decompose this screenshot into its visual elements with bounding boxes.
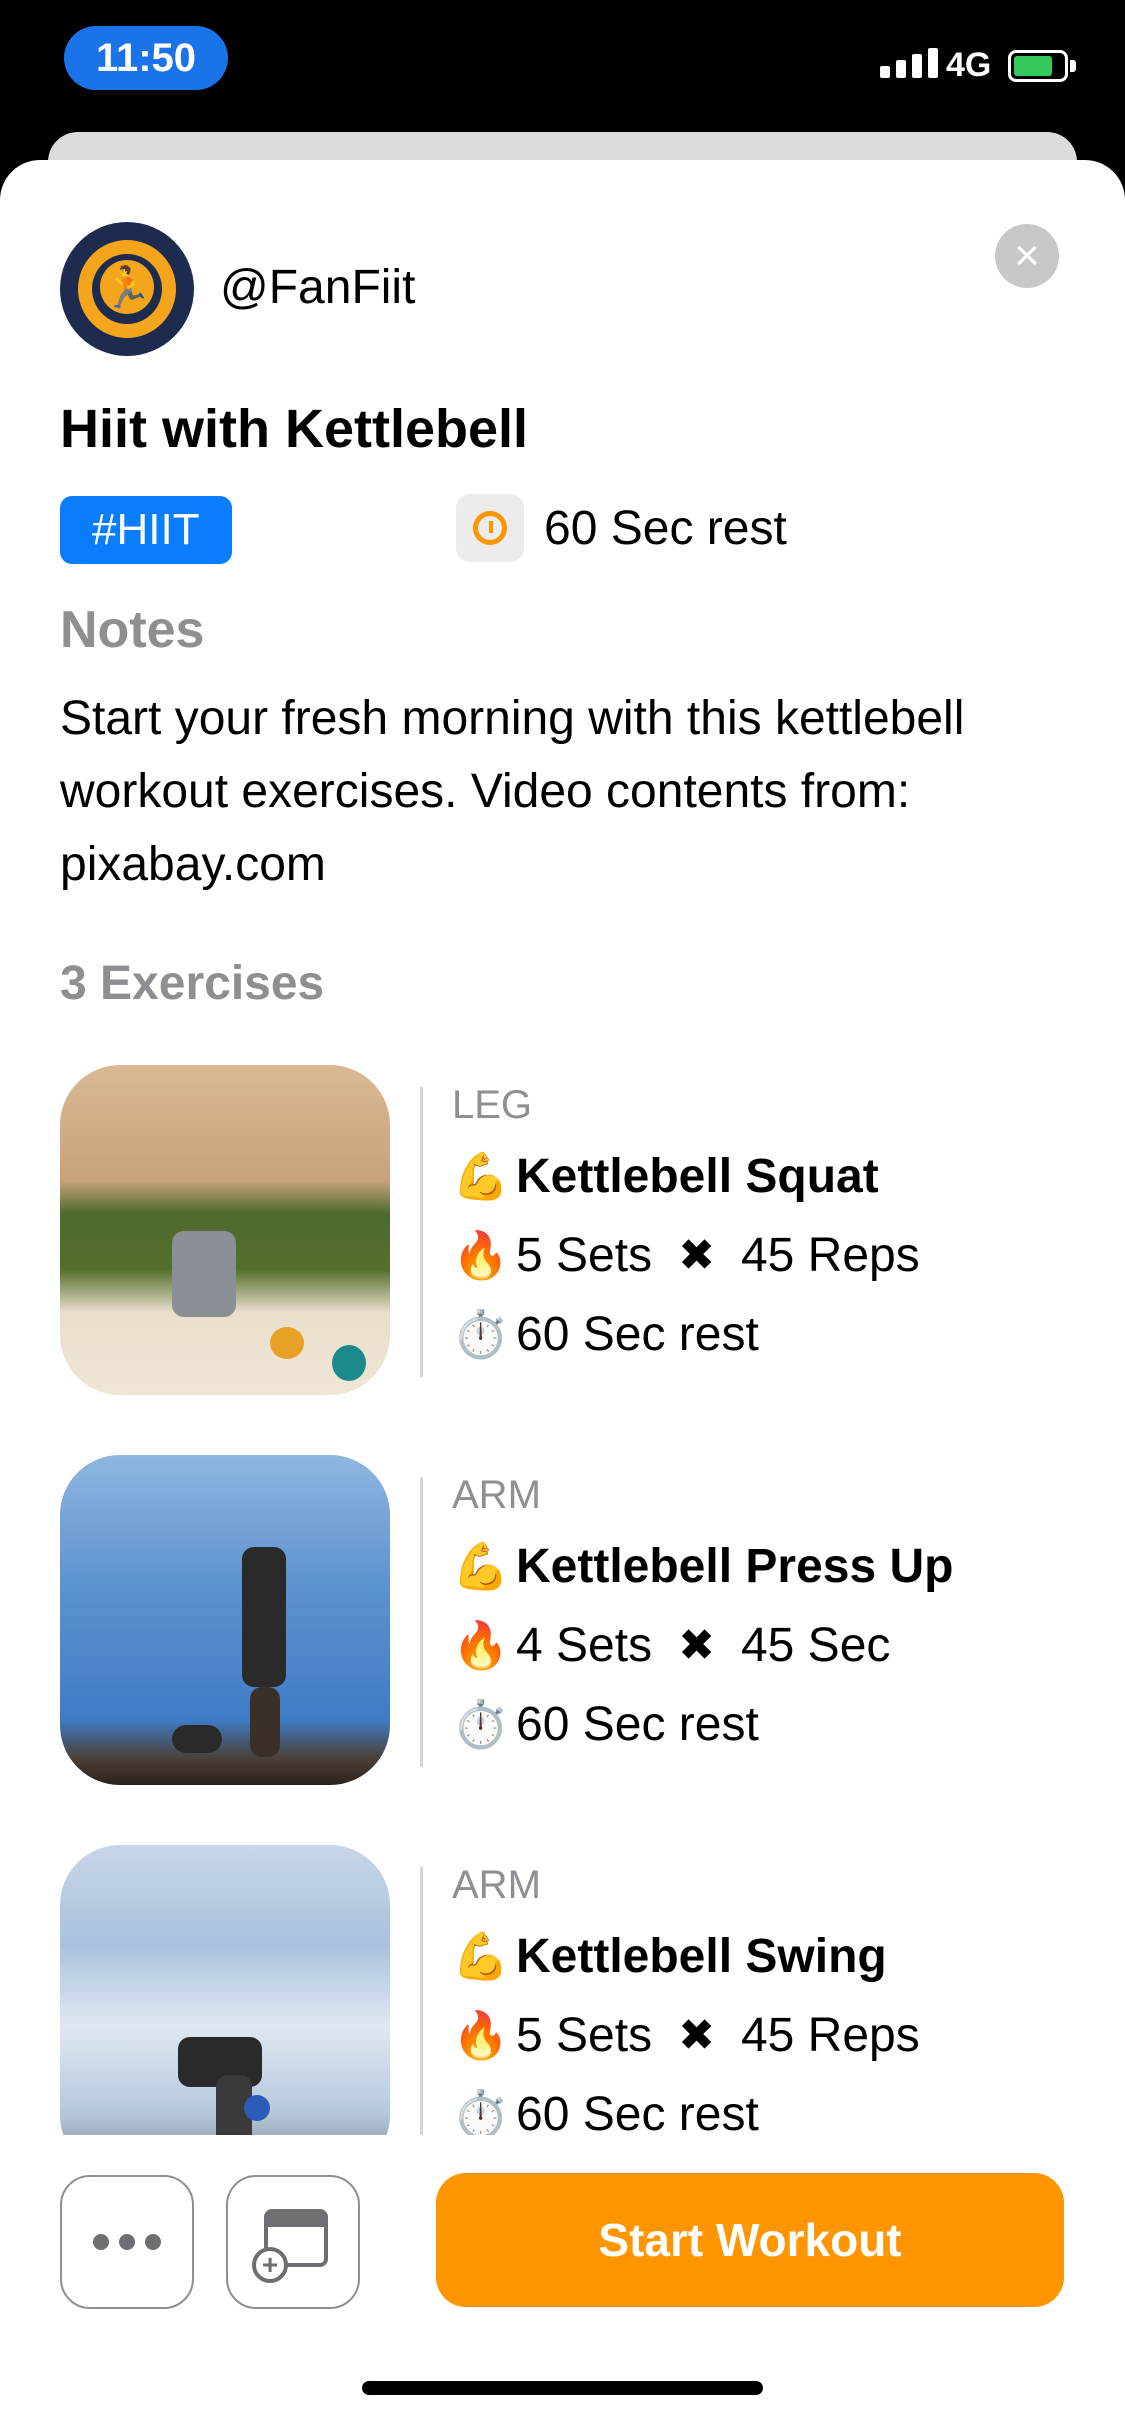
exercise-amount: 45 Reps <box>740 2009 920 2062</box>
exercise-name: Kettlebell Press Up <box>516 1540 954 1593</box>
exercise-info: ARM 💪 Kettlebell Swing 🔥 5 Sets ✖ 45 Rep… <box>452 1863 920 2135</box>
exercise-name: Kettlebell Swing <box>516 1930 887 1983</box>
exercise-thumbnail[interactable] <box>60 1845 390 2135</box>
notes-text: Start your fresh morning with this kettl… <box>60 692 965 891</box>
close-button[interactable]: × <box>995 224 1059 288</box>
more-dots-icon <box>93 2234 109 2250</box>
exercise-list[interactable]: LEG 💪 Kettlebell Squat 🔥 5 Sets ✖ 45 Rep… <box>0 1065 1125 2135</box>
avatar[interactable]: 🏃 <box>60 222 194 356</box>
exercise-rest: 60 Sec rest <box>516 1308 759 1361</box>
status-bar: 11:50 4G <box>0 0 1125 140</box>
exercise-sets: 5 Sets <box>516 1229 653 1282</box>
battery-icon <box>1008 50 1068 82</box>
battery-tip <box>1070 60 1076 72</box>
home-indicator[interactable] <box>362 2381 763 2395</box>
notes-heading: Notes <box>60 601 205 659</box>
more-options-button[interactable] <box>60 2175 194 2309</box>
workout-sheet: 🏃 @FanFiit × Hiit with Kettlebell #HIIT … <box>0 160 1125 2436</box>
stopwatch-icon: ⏱️ <box>452 1308 510 1360</box>
exercise-category: ARM <box>452 1473 541 1517</box>
list-item[interactable]: LEG 💪 Kettlebell Squat 🔥 5 Sets ✖ 45 Rep… <box>0 1065 1125 1395</box>
exercise-name: Kettlebell Squat <box>516 1150 879 1203</box>
add-icon: + <box>252 2247 288 2283</box>
stopwatch-icon: ⏱️ <box>452 1698 510 1750</box>
times-icon: ✖ <box>678 2011 715 2060</box>
exercise-thumbnail[interactable] <box>60 1065 390 1395</box>
muscle-icon: 💪 <box>452 1540 510 1592</box>
muscle-icon: 💪 <box>452 1150 510 1202</box>
divider <box>420 1477 423 1767</box>
fire-icon: 🔥 <box>452 2009 510 2061</box>
close-icon: × <box>1014 231 1040 280</box>
bottom-action-bar: + Start Workout <box>0 2135 1125 2436</box>
exercise-thumbnail[interactable] <box>60 1455 390 1785</box>
status-time: 11:50 <box>64 26 228 90</box>
divider <box>420 1087 423 1377</box>
network-type: 4G <box>946 46 992 84</box>
fire-icon: 🔥 <box>452 1619 510 1671</box>
schedule-button[interactable]: + <box>226 2175 360 2309</box>
workout-title: Hiit with Kettlebell <box>60 399 529 459</box>
list-item[interactable]: ARM 💪 Kettlebell Press Up 🔥 4 Sets ✖ 45 … <box>0 1455 1125 1785</box>
exercise-sets: 5 Sets <box>516 2009 653 2062</box>
muscle-icon: 💪 <box>452 1930 510 1982</box>
exercise-amount: 45 Sec <box>740 1619 891 1672</box>
times-icon: ✖ <box>678 1621 715 1670</box>
divider <box>420 1867 423 2135</box>
exercise-category: ARM <box>452 1863 541 1907</box>
fire-icon: 🔥 <box>452 1229 510 1281</box>
exercise-count: 3 Exercises <box>60 957 325 1010</box>
list-item[interactable]: ARM 💪 Kettlebell Swing 🔥 5 Sets ✖ 45 Rep… <box>0 1845 1125 2135</box>
signal-icon <box>880 48 938 78</box>
exercise-info: LEG 💪 Kettlebell Squat 🔥 5 Sets ✖ 45 Rep… <box>452 1083 920 1374</box>
exercise-sets: 4 Sets <box>516 1619 653 1672</box>
rest-summary-label: 60 Sec rest <box>544 501 787 555</box>
stopwatch-icon: ⏱️ <box>452 2088 510 2135</box>
author-handle[interactable]: @FanFiit <box>220 260 415 315</box>
times-icon: ✖ <box>678 1231 715 1280</box>
exercise-category: LEG <box>452 1083 533 1127</box>
exercise-info: ARM 💪 Kettlebell Press Up 🔥 4 Sets ✖ 45 … <box>452 1473 953 1764</box>
exercise-amount: 45 Reps <box>740 1229 920 1282</box>
tag-badge[interactable]: #HIIT <box>60 496 232 564</box>
exercise-rest: 60 Sec rest <box>516 1698 759 1751</box>
rest-summary: 60 Sec rest <box>456 494 787 562</box>
runner-icon: 🏃 <box>100 260 154 314</box>
timer-icon <box>456 494 524 562</box>
start-workout-button[interactable]: Start Workout <box>436 2173 1064 2307</box>
exercise-rest: 60 Sec rest <box>516 2088 759 2135</box>
